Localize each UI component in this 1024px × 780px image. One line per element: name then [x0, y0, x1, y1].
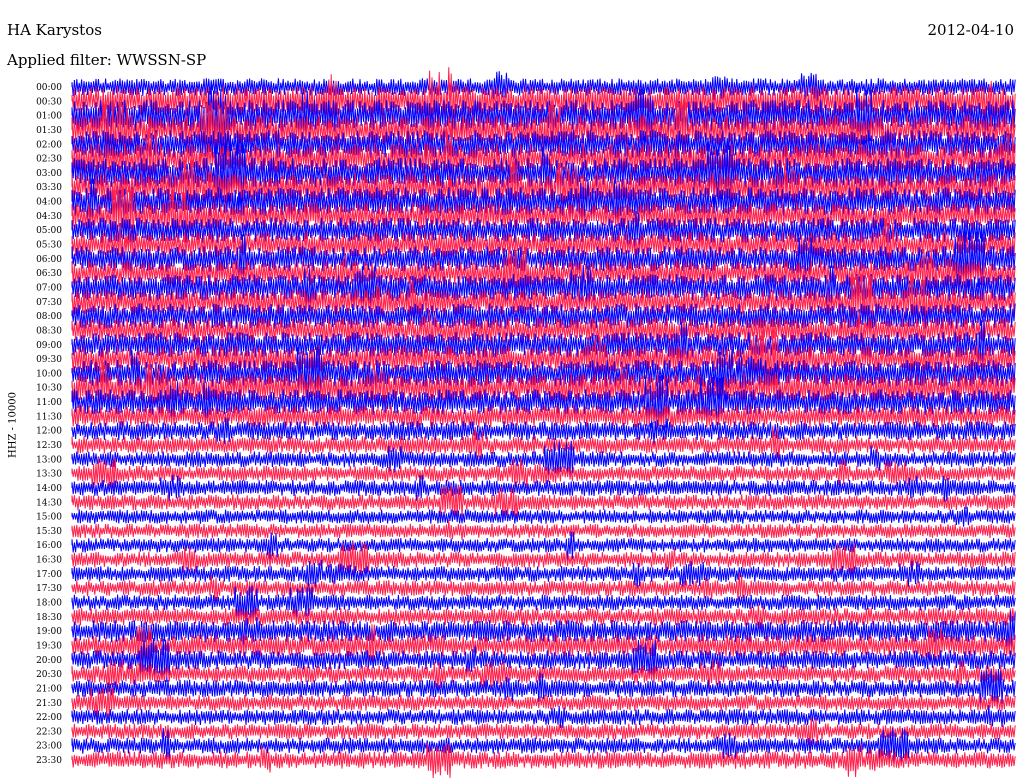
tick-label: 15:30 [36, 527, 62, 537]
tick-label: 13:00 [36, 455, 62, 465]
tick-label: 12:30 [36, 441, 62, 451]
tick-label: 03:00 [36, 169, 62, 179]
tick-label: 09:00 [36, 341, 62, 351]
tick-label: 17:00 [36, 570, 62, 580]
tick-label: 00:30 [36, 97, 62, 107]
time-tick-labels: 00:00 00:30 01:00 01:30 02:00 02:30 03:00 03:30… [36, 83, 62, 766]
tick-label: 07:30 [36, 298, 62, 308]
tick-label: 11:30 [36, 412, 62, 422]
tick-label: 21:30 [36, 699, 62, 709]
tick-label: 22:00 [36, 713, 62, 723]
tick-label: 00:00 [36, 83, 62, 93]
tick-label: 10:30 [36, 384, 62, 394]
tick-label: 08:00 [36, 312, 62, 322]
tick-label: 20:00 [36, 656, 62, 666]
tick-label: 12:00 [36, 427, 62, 437]
seismogram-traces [71, 67, 1016, 779]
trace-line [71, 705, 1016, 729]
tick-label: 14:00 [36, 484, 62, 494]
tick-label: 05:00 [36, 226, 62, 236]
tick-label: 07:00 [36, 283, 62, 293]
tick-label: 11:00 [36, 398, 62, 408]
tick-label: 03:30 [36, 183, 62, 193]
tick-label: 06:30 [36, 269, 62, 279]
tick-label: 21:00 [36, 684, 62, 694]
trace-line [71, 520, 1016, 540]
tick-label: 02:30 [36, 155, 62, 165]
tick-label: 23:00 [36, 742, 62, 752]
tick-label: 18:00 [36, 599, 62, 609]
tick-label: 08:30 [36, 326, 62, 336]
tick-label: 15:00 [36, 513, 62, 523]
tick-label: 19:00 [36, 627, 62, 637]
tick-label: 09:30 [36, 355, 62, 365]
tick-label: 23:30 [36, 756, 62, 766]
tick-label: 01:00 [36, 112, 62, 122]
tick-label: 02:00 [36, 140, 62, 150]
tick-label: 20:30 [36, 670, 62, 680]
tick-label: 16:00 [36, 541, 62, 551]
tick-label: 13:30 [36, 470, 62, 480]
tick-label: 17:30 [36, 584, 62, 594]
trace-line [71, 506, 1016, 527]
tick-label: 10:00 [36, 369, 62, 379]
tick-label: 22:30 [36, 727, 62, 737]
tick-label: 06:00 [36, 255, 62, 265]
tick-label: 05:30 [36, 241, 62, 251]
tick-label: 04:00 [36, 198, 62, 208]
tick-label: 04:30 [36, 212, 62, 222]
seismogram-plot: 00:00 00:30 01:00 01:30 02:00 02:30 03:00 03:30… [36, 67, 1016, 779]
tick-label: 14:30 [36, 498, 62, 508]
tick-label: 01:30 [36, 126, 62, 136]
tick-label: 19:30 [36, 641, 62, 651]
tick-label: 18:30 [36, 613, 62, 623]
tick-label: 16:30 [36, 556, 62, 566]
